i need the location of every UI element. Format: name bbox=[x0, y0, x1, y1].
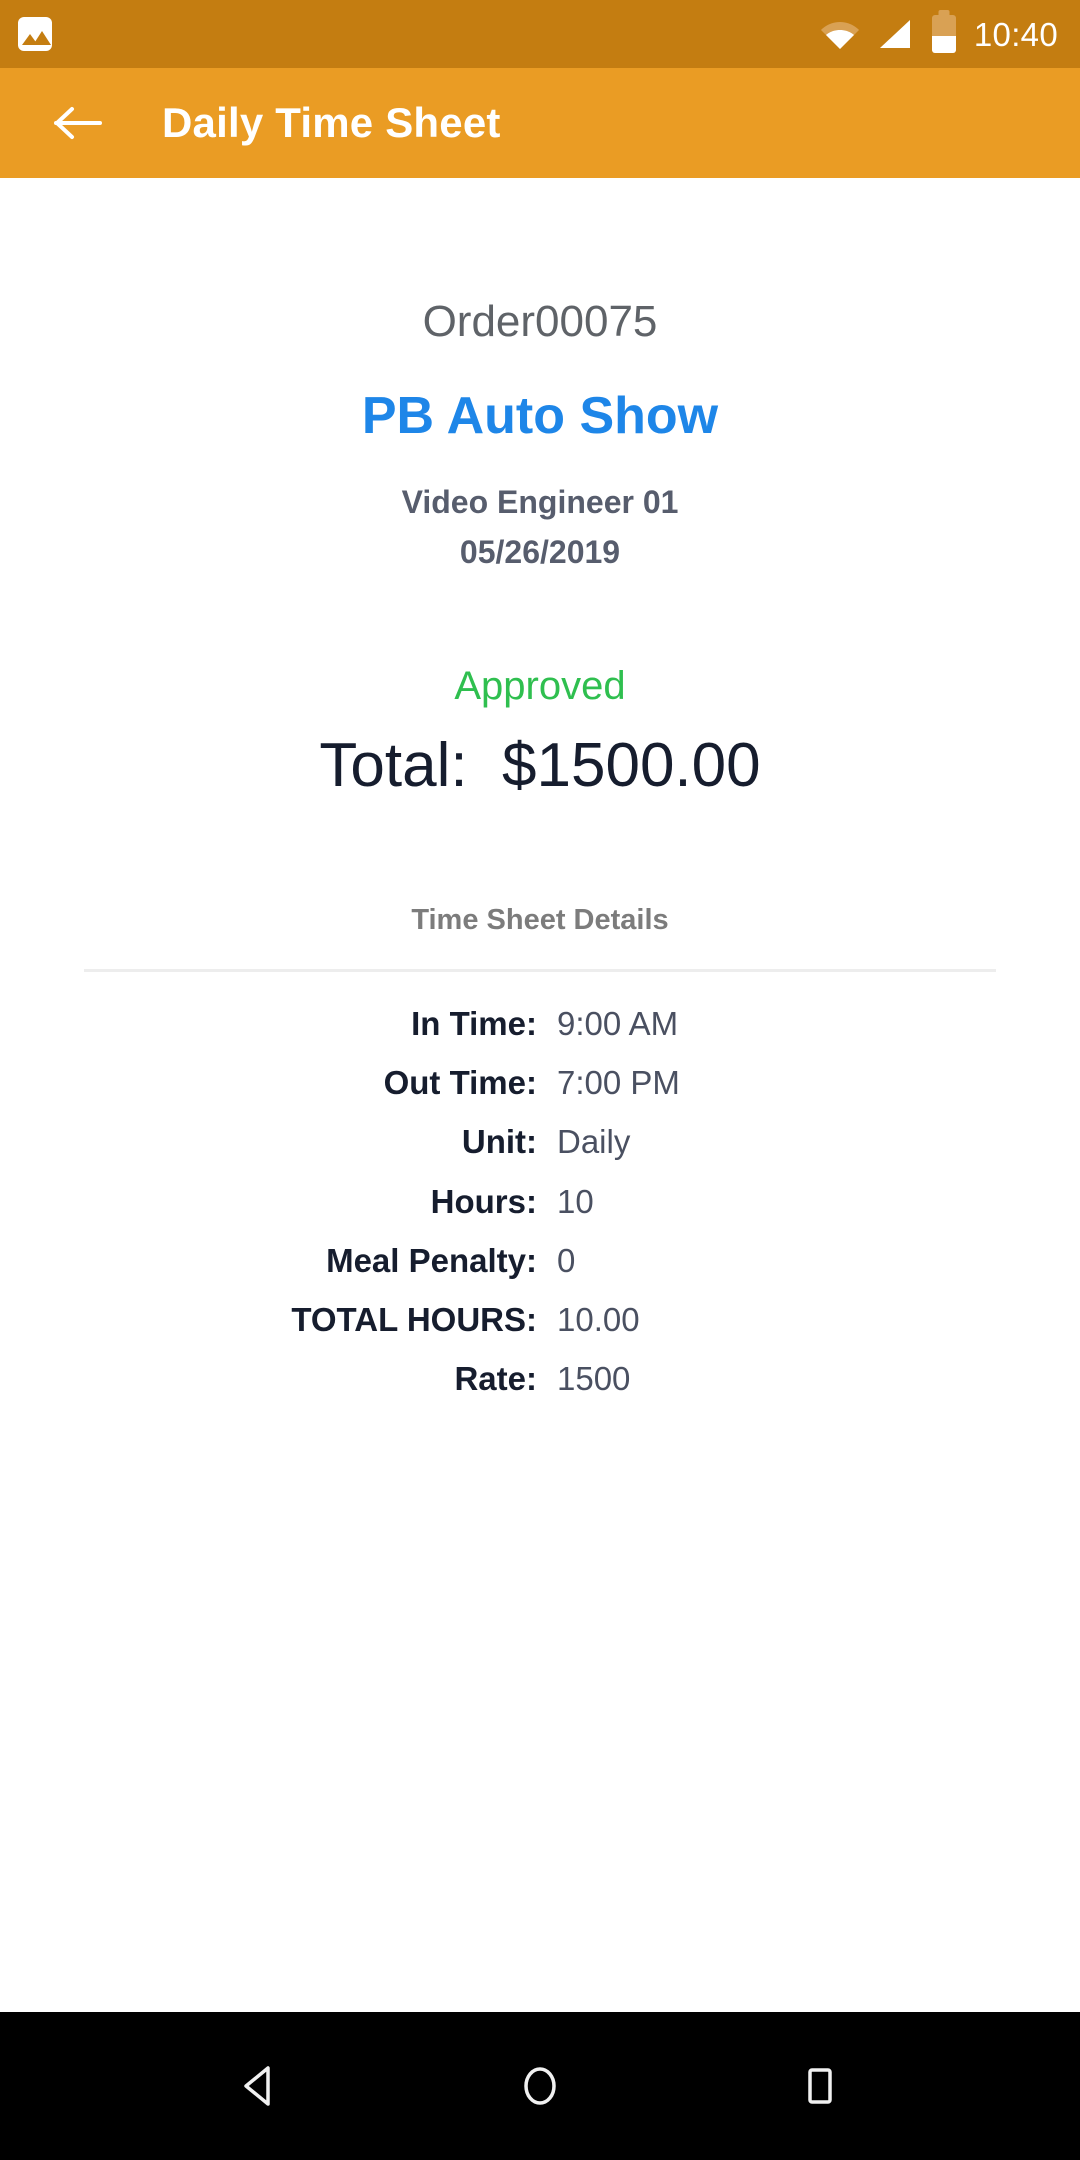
phone-screen: 10:40 Daily Time Sheet Order00075 PB Aut… bbox=[0, 0, 1080, 2160]
total-amount: Total: $1500.00 bbox=[319, 730, 761, 800]
detail-value: 0 bbox=[557, 1241, 576, 1279]
nav-home-circle-icon bbox=[524, 2067, 556, 2105]
detail-label: Unit: bbox=[461, 1123, 537, 1161]
status-bar-system-icons: 10:40 bbox=[820, 15, 1058, 53]
app-bar: Daily Time Sheet bbox=[0, 68, 1080, 178]
status-bar-notifications bbox=[18, 17, 52, 51]
event-name: PB Auto Show bbox=[361, 387, 719, 446]
detail-value: 10.00 bbox=[557, 1301, 640, 1339]
nav-recents-square-icon bbox=[808, 2068, 832, 2104]
order-number: Order00075 bbox=[422, 297, 658, 346]
role-name: Video Engineer 01 bbox=[401, 483, 679, 520]
detail-label: Out Time: bbox=[383, 1064, 537, 1102]
table-row: Rate: 1500 bbox=[0, 1349, 1080, 1408]
table-row: Hours: 10 bbox=[0, 1172, 1080, 1231]
status-badge: Approved bbox=[454, 663, 626, 708]
detail-value: 7:00 PM bbox=[557, 1064, 680, 1102]
work-date: 05/26/2019 bbox=[459, 533, 621, 570]
table-row: In Time: 9:00 AM bbox=[0, 994, 1080, 1053]
detail-value: 10 bbox=[557, 1182, 594, 1220]
detail-label: In Time: bbox=[411, 1004, 537, 1042]
details-heading: Time Sheet Details bbox=[411, 903, 669, 936]
table-row: Meal Penalty: 0 bbox=[0, 1231, 1080, 1290]
main-content: Order00075 PB Auto Show Video Engineer 0… bbox=[0, 178, 1080, 2012]
nav-back-button[interactable] bbox=[215, 2041, 305, 2131]
nav-back-triangle-icon bbox=[244, 2066, 270, 2106]
time-sheet-details-section: Time Sheet Details In Time: 9:00 AM Out … bbox=[0, 903, 1080, 1409]
detail-label: TOTAL HOURS: bbox=[291, 1301, 537, 1339]
status-bar-clock: 10:40 bbox=[973, 15, 1058, 53]
nav-recents-button[interactable] bbox=[775, 2041, 865, 2131]
detail-label: Hours: bbox=[430, 1182, 537, 1220]
detail-label: Meal Penalty: bbox=[326, 1241, 537, 1279]
android-navigation-bar bbox=[0, 2012, 1080, 2160]
details-table: In Time: 9:00 AM Out Time: 7:00 PM Unit:… bbox=[0, 994, 1080, 1409]
back-button[interactable] bbox=[52, 97, 104, 149]
battery-icon bbox=[931, 15, 956, 53]
image-gallery-icon bbox=[18, 17, 52, 51]
page-title: Daily Time Sheet bbox=[162, 99, 501, 146]
nav-home-button[interactable] bbox=[495, 2041, 585, 2131]
detail-value: 9:00 AM bbox=[557, 1004, 679, 1042]
battery-level-fill bbox=[931, 35, 956, 53]
detail-value: Daily bbox=[557, 1123, 631, 1161]
detail-value: 1500 bbox=[557, 1360, 631, 1398]
status-bar: 10:40 bbox=[0, 0, 1080, 68]
details-divider bbox=[84, 968, 996, 972]
table-row: Out Time: 7:00 PM bbox=[0, 1053, 1080, 1112]
back-arrow-icon bbox=[54, 107, 102, 139]
table-row: Unit: Daily bbox=[0, 1112, 1080, 1171]
wifi-icon bbox=[820, 22, 859, 49]
cellular-signal-icon bbox=[879, 20, 910, 48]
table-row: TOTAL HOURS: 10.00 bbox=[0, 1290, 1080, 1349]
detail-label: Rate: bbox=[454, 1360, 537, 1398]
